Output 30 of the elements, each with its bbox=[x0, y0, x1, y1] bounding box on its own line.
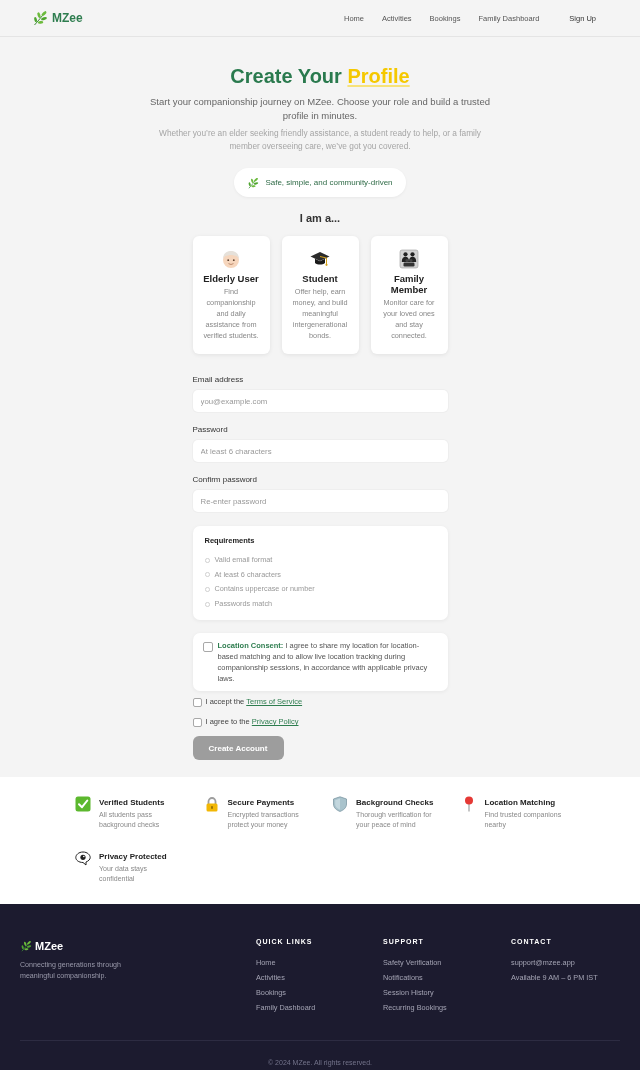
leaf-icon bbox=[32, 10, 48, 26]
checkbox[interactable] bbox=[192, 717, 202, 727]
field-label: Password bbox=[192, 425, 229, 435]
eye-icon bbox=[75, 850, 91, 867]
role-title: Elderly User bbox=[203, 273, 259, 284]
brand-name[interactable]: MZee bbox=[52, 11, 83, 25]
checkbox[interactable] bbox=[192, 697, 202, 707]
brand-name[interactable]: MZee bbox=[35, 939, 64, 954]
old-man-icon bbox=[221, 249, 241, 269]
feature-title: Privacy Protected bbox=[99, 851, 168, 864]
graduation-cap-icon bbox=[310, 249, 330, 269]
leaf-icon bbox=[20, 940, 32, 953]
intro-text: Start your companionship journey on MZee. Choose your role and build a trusted profile in minutes. bbox=[148, 95, 492, 123]
checkbox[interactable] bbox=[202, 642, 213, 653]
feature-title: Secure Payments bbox=[227, 797, 296, 810]
feature-title: Location Matching bbox=[484, 797, 557, 810]
family-icon bbox=[399, 249, 419, 269]
role-prompt: I am a... bbox=[299, 211, 341, 225]
feature-title: Verified Students bbox=[99, 797, 166, 810]
leaf-icon bbox=[247, 176, 260, 189]
subtext: Whether you’re an elder seeking friendly assistance, a student ready to help, or a family member overseeing care, we’ve got you covered. bbox=[158, 127, 482, 153]
role-title: Family Member bbox=[389, 273, 429, 295]
shield-icon bbox=[332, 796, 348, 813]
feature-title: Background Checks bbox=[356, 797, 435, 810]
field-label: Email address bbox=[192, 375, 245, 385]
field-label: Confirm password bbox=[192, 475, 258, 485]
page-title: Create Your Profile bbox=[230, 64, 410, 88]
role-title: Student bbox=[302, 273, 338, 284]
tagline-text: Safe, simple, and community-driven bbox=[265, 178, 393, 187]
check-icon bbox=[75, 796, 91, 813]
